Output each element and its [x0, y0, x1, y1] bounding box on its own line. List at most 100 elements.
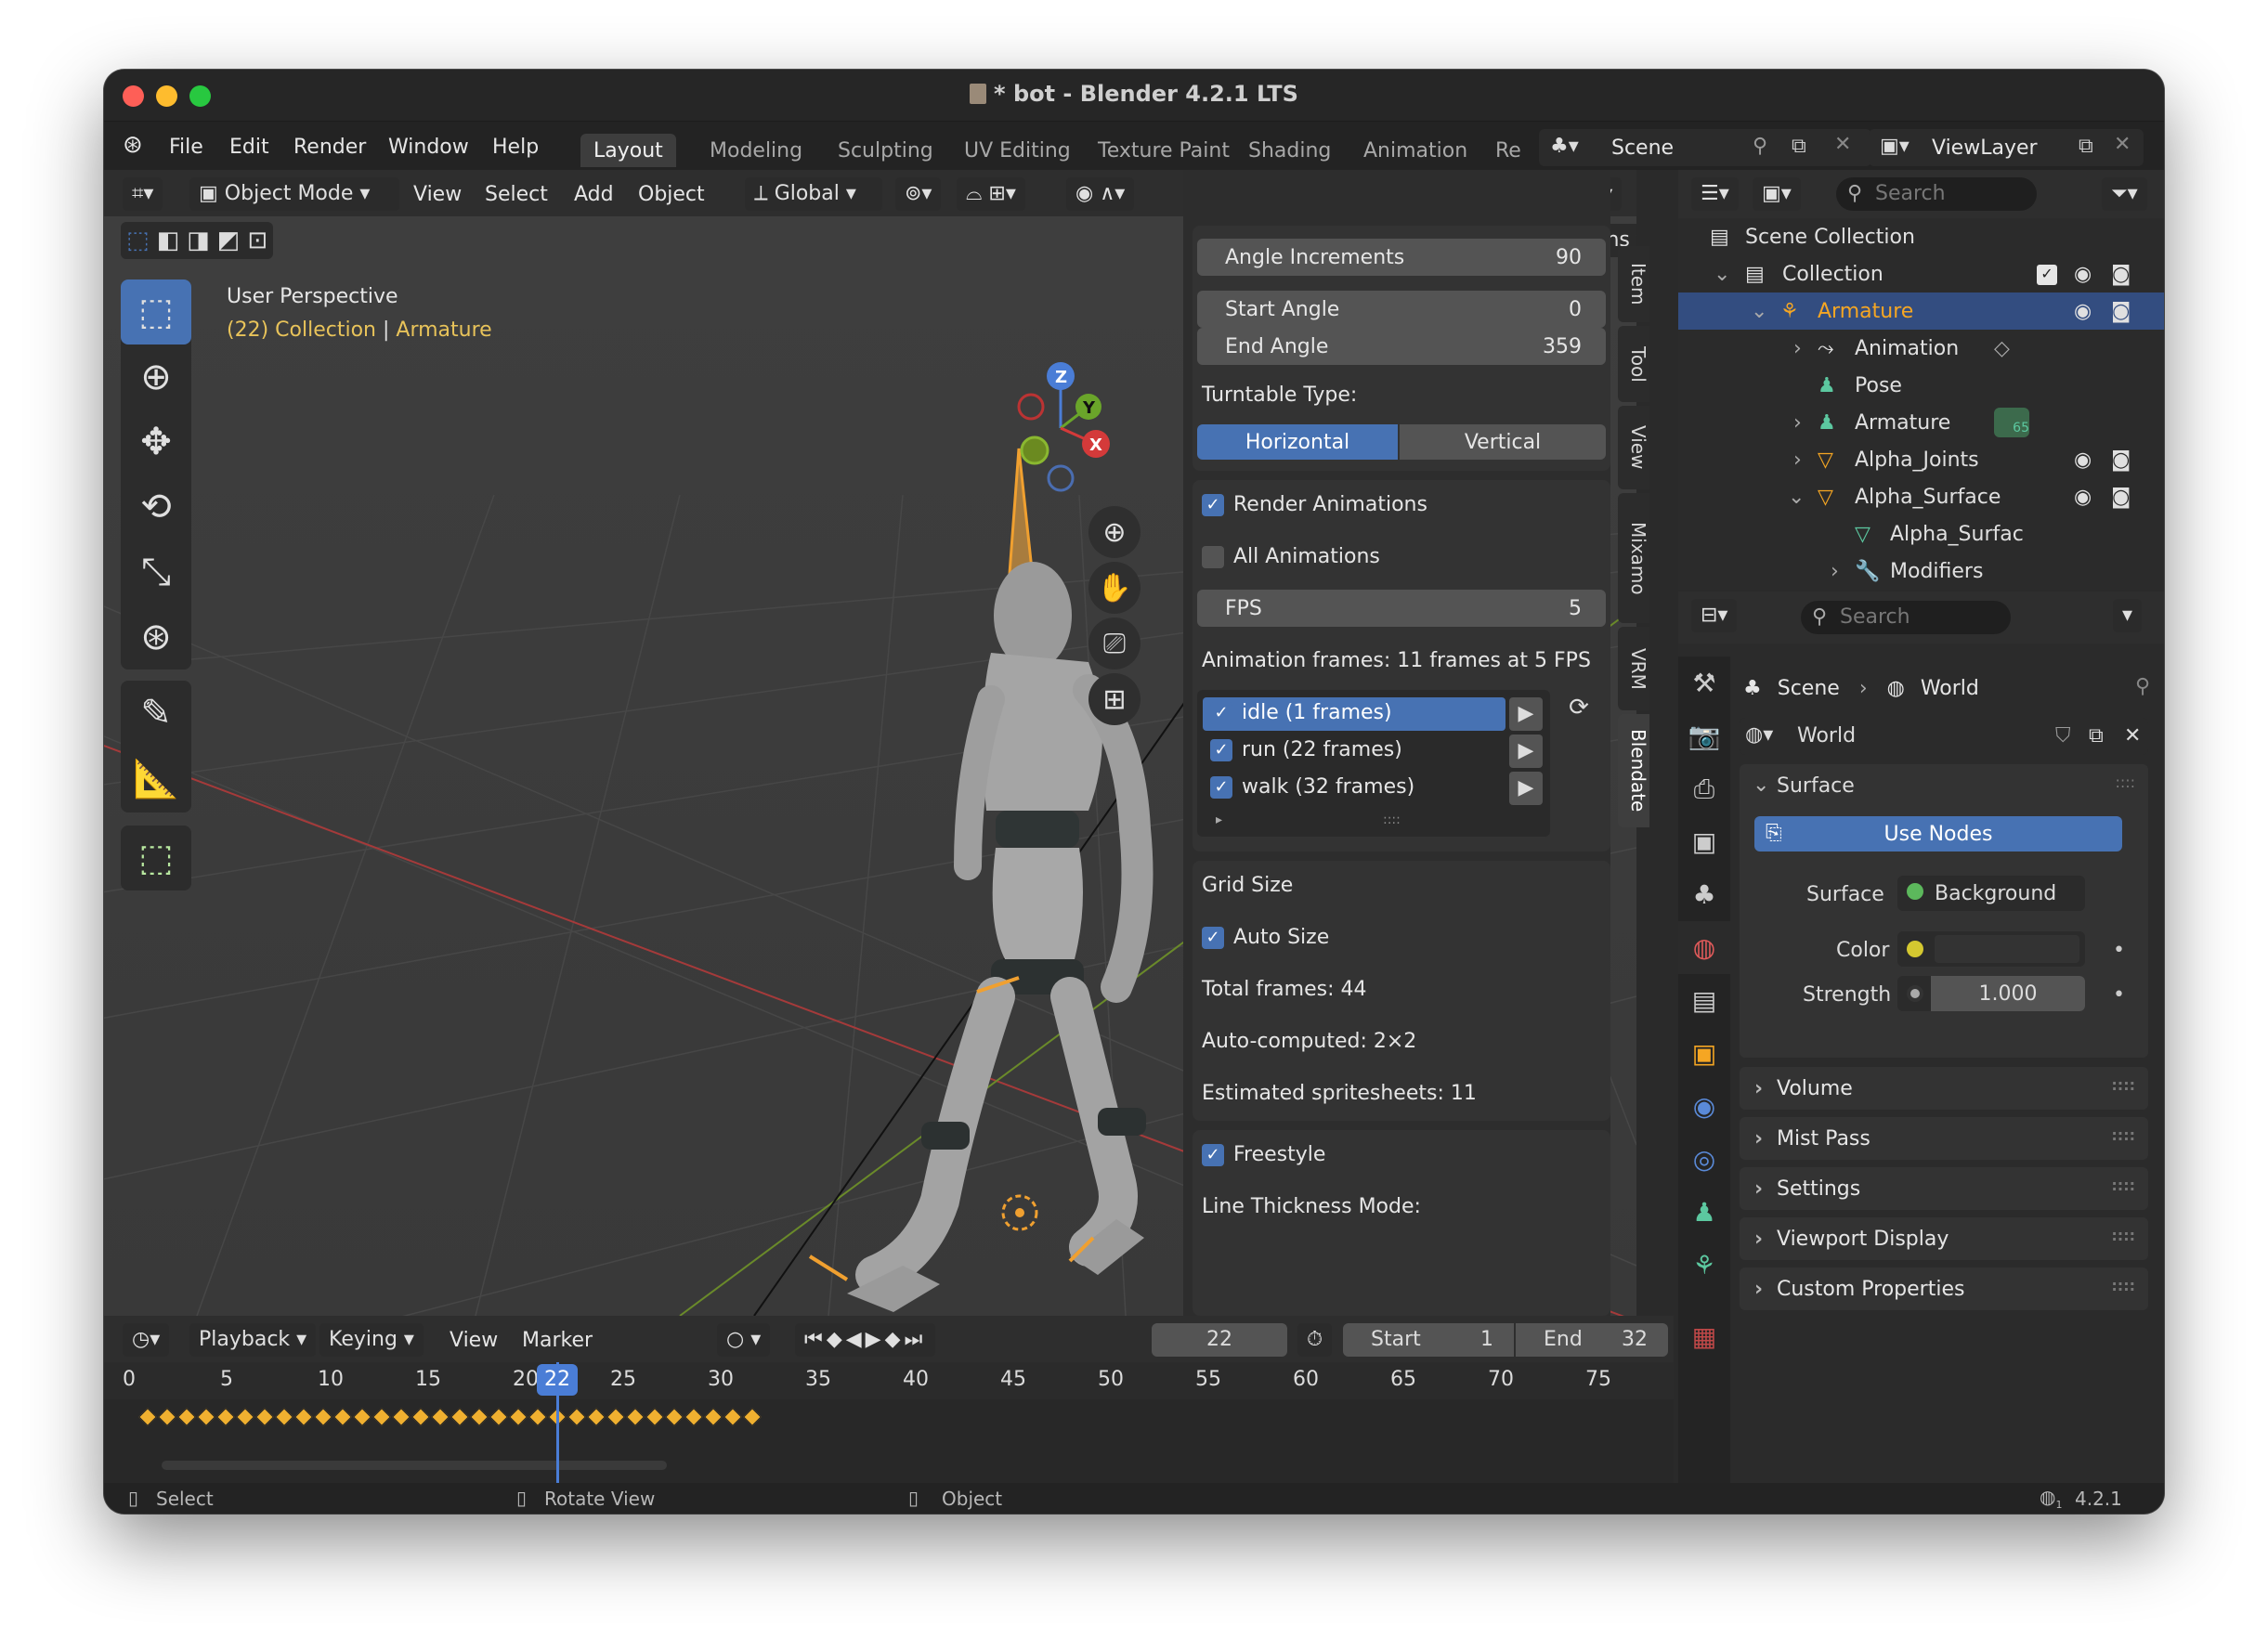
delete-scene-icon[interactable]: ✕ [1834, 133, 1851, 156]
zoom-button[interactable]: ⊕ [1088, 506, 1141, 558]
start-frame-field[interactable]: Start 1 [1343, 1323, 1514, 1357]
freestyle-checkbox[interactable]: ✓ Freestyle [1202, 1143, 1325, 1166]
keyframe-diamond[interactable] [294, 1408, 313, 1426]
list-item[interactable]: ✓ idle (1 frames) [1210, 701, 1392, 724]
tab-world[interactable]: ◍ [1678, 921, 1730, 974]
pin-icon[interactable]: ⚲ [2135, 675, 2150, 698]
rotate-tool[interactable]: ⟲ [121, 474, 191, 540]
keyframe-diamond[interactable] [411, 1408, 430, 1426]
tab-output[interactable]: ⎙ [1678, 762, 1730, 815]
surface-shader-dropdown[interactable]: Background [1897, 876, 2085, 911]
keyframe-diamond[interactable] [236, 1408, 254, 1426]
snap-button[interactable]: ⌓ ⊞▾ [957, 177, 1025, 211]
tab-shading[interactable]: Shading [1235, 134, 1344, 167]
end-angle-field[interactable]: End Angle 359 [1197, 328, 1606, 365]
camera-icon[interactable]: ◙ [2111, 448, 2131, 472]
tab-mixamo[interactable]: Mixamo [1618, 493, 1649, 623]
fake-user-button[interactable]: ⛉ [2052, 718, 2083, 755]
keyframe-diamond[interactable] [353, 1408, 371, 1426]
tab-armature-data[interactable]: ♟ [1678, 1186, 1730, 1239]
outliner-row-armature[interactable]: ⌄ ⚘ Armature ◉ ◙ [1678, 292, 2164, 330]
outliner-row-scene-collection[interactable]: ▤ Scene Collection [1678, 218, 2164, 255]
breadcrumb-world[interactable]: World [1921, 677, 1979, 700]
menu-select[interactable]: Select [485, 183, 548, 206]
start-angle-field[interactable]: Start Angle 0 [1197, 291, 1606, 328]
tab-sculpting[interactable]: Sculpting [825, 134, 946, 167]
refresh-animations-button[interactable]: ⟳ [1560, 694, 1597, 731]
select-intersect-icon[interactable]: ⊡ [247, 227, 267, 254]
prev-keyframe-icon[interactable]: ◆ [827, 1328, 846, 1351]
navigation-gizmo[interactable]: Z Y X [996, 356, 1126, 504]
keyframe-diamond[interactable] [333, 1408, 352, 1426]
settings-panel-header[interactable]: › Settings:::: [1740, 1167, 2148, 1210]
auto-size-checkbox[interactable]: ✓ Auto Size [1202, 926, 1329, 949]
end-frame-field[interactable]: End 32 [1516, 1323, 1668, 1357]
tab-modifiers[interactable]: ◉ [1678, 1080, 1730, 1133]
list-resize-grip-icon[interactable]: :::: [1383, 812, 1401, 827]
keyframe-diamond[interactable] [489, 1408, 508, 1426]
timeline-scrollbar[interactable] [162, 1461, 667, 1470]
volume-panel-header[interactable]: › Volume:::: [1740, 1067, 2148, 1110]
keyframe-diamond[interactable] [392, 1408, 411, 1426]
scale-tool[interactable]: ⤡ [121, 540, 191, 604]
current-frame-field[interactable]: 22 [1152, 1323, 1287, 1357]
display-mode-button[interactable]: ▣▾ [1753, 177, 1801, 211]
camera-icon[interactable]: ◙ [2111, 486, 2131, 509]
timeline-area[interactable]: 0 5 10 15 20 25 30 35 40 45 50 55 60 65 70 75 22 [104, 1362, 1674, 1483]
move-tool[interactable]: ✥ [121, 410, 191, 474]
breadcrumb-scene[interactable]: Scene [1778, 677, 1840, 700]
properties-editor-type-button[interactable]: ⊟▾ [1691, 599, 1738, 632]
keyframe-diamond[interactable] [314, 1408, 332, 1426]
outliner-row-alpha-joints[interactable]: › ▽ Alpha_Joints ◉ ◙ [1678, 441, 2164, 478]
eye-icon[interactable]: ◉ [2074, 300, 2092, 323]
play-idle-button[interactable]: ▶ [1509, 697, 1543, 731]
keyframe-diamond[interactable] [626, 1408, 645, 1426]
annotate-tool[interactable]: ✎ [121, 681, 191, 746]
outliner-editor-type-button[interactable]: ☰▾ [1691, 177, 1739, 211]
tab-bone[interactable]: ⚘ [1678, 1239, 1730, 1292]
outliner-search-input[interactable]: ⚲ Search [1836, 177, 2037, 211]
proportional-edit-button[interactable]: ◉ ∧▾ [1066, 177, 1135, 211]
keyframe-diamond[interactable] [255, 1408, 274, 1426]
ortho-toggle-button[interactable]: ⊞ [1088, 673, 1141, 725]
keyframe-diamond[interactable] [431, 1408, 450, 1426]
tab-texture[interactable]: ▦ [1678, 1310, 1730, 1363]
keyframe-dot-icon[interactable]: • [2113, 983, 2125, 1007]
keyframe-diamond[interactable] [509, 1408, 528, 1426]
auto-keying-button[interactable]: ○ ▾ [717, 1323, 771, 1357]
eye-icon[interactable]: ◉ [2074, 486, 2092, 509]
surface-panel-header[interactable]: ⌄ Surface :::: [1740, 764, 2148, 807]
keyframe-diamond[interactable] [197, 1408, 215, 1426]
tab-modeling[interactable]: Modeling [697, 134, 815, 167]
menu-file[interactable]: File [169, 136, 203, 159]
select-box-tool[interactable]: ⬚ [121, 280, 191, 344]
tab-scene[interactable]: ♣ [1678, 868, 1730, 921]
mode-dropdown[interactable]: ▣ Object Mode ▾ [189, 177, 399, 211]
network-globe-icon[interactable]: ◍1 [2040, 1486, 2062, 1511]
keyframe-diamond[interactable] [372, 1408, 391, 1426]
cursor-tool[interactable]: ⊕ [121, 344, 191, 410]
menu-help[interactable]: Help [492, 136, 539, 159]
eye-icon[interactable]: ◉ [2074, 263, 2092, 286]
menu-view[interactable]: View [413, 183, 462, 206]
render-animations-checkbox[interactable]: ✓ Render Animations [1202, 493, 1427, 516]
transform-orientation-dropdown[interactable]: ⟂ Global ▾ [745, 177, 882, 211]
playhead-frame-badge[interactable]: 22 [537, 1364, 578, 1396]
keying-dropdown[interactable]: Keying ▾ [319, 1323, 424, 1357]
keyframe-diamond[interactable] [723, 1408, 742, 1426]
custom-properties-panel-header[interactable]: › Custom Properties:::: [1740, 1268, 2148, 1310]
select-extend-icon[interactable]: ◧ [157, 227, 180, 254]
pan-button[interactable]: ✋ [1088, 562, 1141, 614]
fps-field[interactable]: FPS 5 [1197, 590, 1606, 627]
outliner-row-modifiers[interactable]: › 🔧 Modifiers [1678, 552, 2164, 590]
list-expand-icon[interactable]: ▸ [1216, 812, 1222, 827]
filter-button[interactable]: ⏷▾ [2102, 177, 2147, 211]
pivot-point-button[interactable]: ⊚▾ [895, 177, 942, 211]
outliner-row-alpha-surface[interactable]: ⌄ ▽ Alpha_Surface ◉ ◙ [1678, 478, 2164, 515]
tab-layout[interactable]: Layout [580, 134, 676, 167]
play-run-button[interactable]: ▶ [1509, 734, 1543, 768]
keyframe-diamond[interactable] [470, 1408, 489, 1426]
pin-icon[interactable]: ⚲ [1753, 135, 1767, 158]
keyframe-diamond[interactable] [567, 1408, 586, 1426]
outliner-row-alpha-surface-mesh[interactable]: ▽ Alpha_Surfac [1678, 515, 2164, 552]
